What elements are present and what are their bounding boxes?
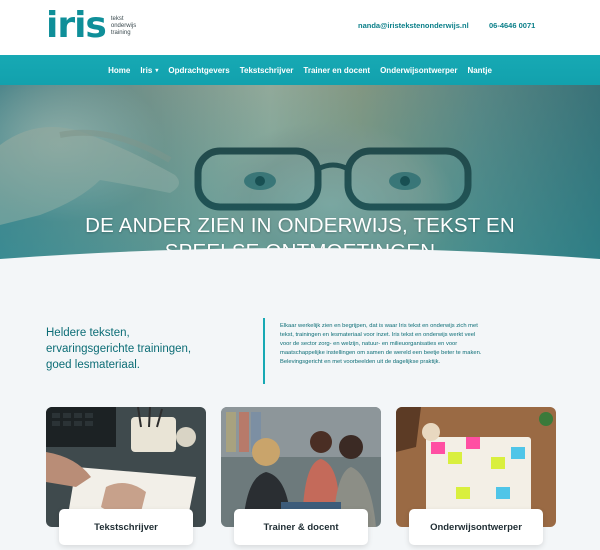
card-label[interactable]: Onderwijsontwerper	[409, 509, 543, 545]
nav-item-opdrachtgevers[interactable]: Opdrachtgevers	[168, 66, 229, 75]
intro-body-line: maatschappelijke instellingen om samen d…	[280, 350, 482, 356]
logo-tagline: tekst onderwijs training	[111, 16, 151, 37]
card-label[interactable]: Tekstschrijver	[59, 509, 193, 545]
site-logo[interactable]: iris tekst onderwijs training	[46, 8, 151, 44]
nav-item-home[interactable]: Home	[108, 66, 130, 75]
intro-body-line: voor de sector zorg- en welzijn, natuur-…	[280, 341, 458, 347]
logo-tagline-line: training	[110, 29, 131, 36]
intro-body-text: Elkaar werkelijk zien en begrijpen, dat …	[280, 322, 520, 367]
intro-lead-line: goed lesmateriaal.	[46, 359, 140, 371]
nav-item-label: Opdrachtgevers	[168, 65, 230, 75]
intro-body-line: Belevingsgericht en met voorbeelden uit …	[280, 359, 441, 365]
intro-divider	[263, 318, 265, 384]
intro-body-line: Elkaar werkelijk zien en begrijpen, dat …	[280, 323, 478, 329]
nav-item-label: Iris	[140, 65, 153, 75]
nav-item-onderwijsontwerper[interactable]: Onderwijsontwerper	[380, 66, 457, 75]
nav-item-iris[interactable]: Iris ▾	[140, 66, 158, 75]
intro-lead-line: ervaringsgerichte trainingen,	[46, 343, 192, 355]
service-card-onderwijsontwerper[interactable]: Onderwijsontwerper	[396, 407, 556, 550]
chevron-down-icon: ▾	[155, 67, 159, 74]
service-card-trainer-docent[interactable]: Trainer & docent	[221, 407, 381, 550]
nav-item-tekstschrijver[interactable]: Tekstschrijver	[240, 66, 294, 75]
nav-item-trainer-en-docent[interactable]: Trainer en docent	[303, 66, 370, 75]
logo-tagline-line: onderwijs	[110, 22, 137, 29]
nav-item-label: Nantje	[467, 65, 492, 75]
nav-item-label: Onderwijsontwerper	[380, 65, 458, 75]
nav-item-label: Trainer en docent	[303, 65, 371, 75]
contact-email-link[interactable]: nanda@iristekstenonderwijs.nl	[358, 21, 469, 30]
main-navigation: Home Iris ▾ Opdrachtgevers Tekstschrijver…	[0, 55, 600, 85]
nav-item-label: Tekstschrijver	[239, 65, 294, 75]
logo-wordmark: iris	[46, 5, 107, 46]
intro-lead-line: Heldere teksten,	[46, 327, 130, 339]
hero-wave-divider	[0, 248, 600, 275]
service-card-tekstschrijver[interactable]: Tekstschrijver	[46, 407, 206, 550]
intro-body-line: tekst, trainingen en lesmateriaal voor i…	[280, 332, 476, 338]
site-header: iris tekst onderwijs training nanda@iris…	[0, 0, 600, 55]
nav-item-label: Home	[108, 65, 131, 75]
nav-item-nantje[interactable]: Nantje	[467, 66, 491, 75]
intro-lead-text: Heldere teksten, ervaringsgerichte train…	[46, 325, 236, 373]
hero-title-line: DE ANDER ZIEN IN ONDERWIJS, TEKST EN	[85, 214, 515, 237]
logo-tagline-line: tekst	[110, 15, 124, 22]
hero-banner: DE ANDER ZIEN IN ONDERWIJS, TEKST EN SPE…	[0, 85, 600, 275]
card-label[interactable]: Trainer & docent	[234, 509, 368, 545]
contact-phone-link[interactable]: 06-4646 0071	[489, 21, 535, 30]
